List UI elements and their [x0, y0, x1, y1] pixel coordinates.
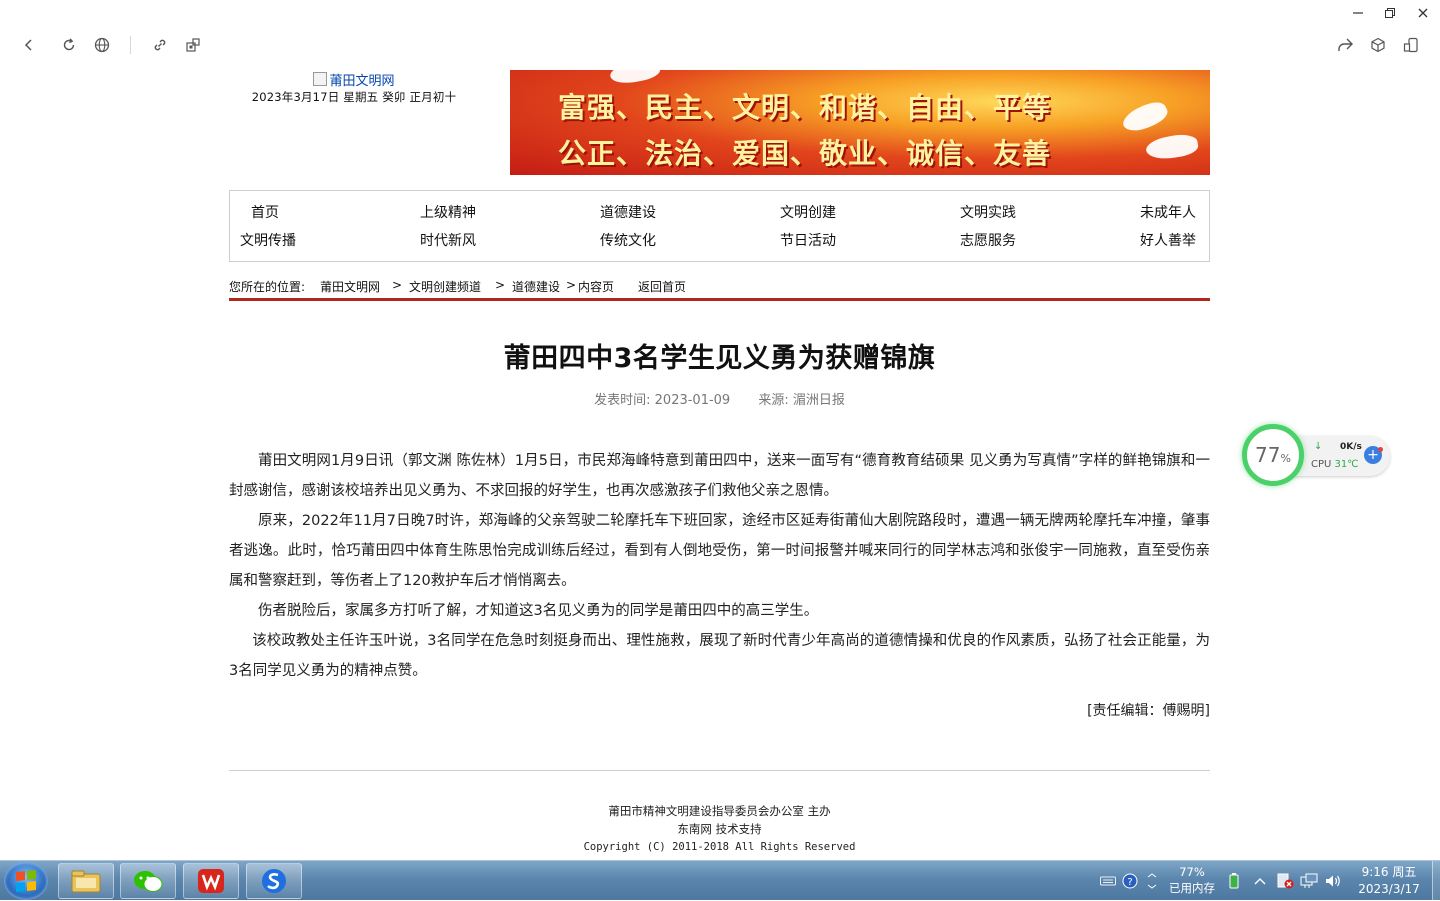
download-arrow-icon: ↓ — [1314, 441, 1323, 452]
nav-item-minors[interactable]: 未成年人 — [1140, 202, 1196, 222]
qr-icon[interactable] — [182, 34, 204, 56]
article-paragraph: 原来，2022年11月7日晚7时许，郑海峰的父亲驾驶二轮摩托车下班回家，途经市区… — [229, 513, 1210, 589]
memory-percent-text: 77% — [1179, 865, 1205, 879]
back-icon[interactable] — [18, 34, 40, 56]
close-icon[interactable] — [1413, 4, 1433, 22]
breadcrumb-separator: > — [495, 278, 506, 292]
site-logo-link[interactable]: 莆田文明网 — [313, 70, 395, 89]
dove-graphic — [1119, 97, 1171, 137]
breadcrumb-link-section[interactable]: 道德建设 — [512, 278, 560, 295]
nav-item-good-deeds[interactable]: 好人善举 — [1140, 230, 1196, 250]
breadcrumb-link-home[interactable]: 莆田文明网 — [320, 278, 380, 295]
footer-copyright: Copyright (C) 2011-2018 All Rights Reser… — [583, 841, 856, 853]
breadcrumb-current: 内容页 — [578, 280, 615, 294]
banner-slogan-line1: 富强、民主、文明、和谐、自由、平等 — [558, 91, 1052, 124]
phone-icon[interactable] — [1400, 34, 1422, 56]
dove-graphic — [1144, 131, 1200, 163]
banner-slogan-line2: 公正、法治、爱国、敬业、诚信、友善 — [558, 137, 1052, 170]
sogou-browser-icon[interactable] — [246, 863, 302, 899]
cube-icon[interactable] — [1367, 34, 1389, 56]
article-body: 莆田文明网1月9日讯（郭文渊 陈佐林）1月5日，市民郑海峰特意到莆田四中，送来一… — [229, 446, 1210, 686]
file-explorer-icon[interactable] — [58, 863, 114, 899]
footer-sponsor: 莆田市精神文明建设指导委员会办公室 主办 — [608, 804, 831, 818]
toolbar-divider — [130, 36, 131, 54]
footer-tech-support: 东南网 技术支持 — [677, 822, 762, 836]
nav-item-tradition[interactable]: 传统文化 — [600, 230, 656, 250]
taskbar: ? 77% 已用内存 9:16 周五 2023/3/17 — [0, 860, 1440, 901]
notification-dot — [1378, 447, 1383, 452]
breadcrumb: 您所在的位置: 莆田文明网 > 文明创建频道 > 道德建设 > 内容页 返回首页 — [229, 276, 1210, 300]
clock-time: 9:16 周五 — [1361, 865, 1417, 879]
battery-icon[interactable] — [1227, 861, 1241, 901]
article-paragraph: 伤者脱险后，家属多方打听了解，才知道这3名见义勇为的同学是莆田四中的高三学生。 — [258, 603, 819, 619]
nav-item-festivals[interactable]: 节日活动 — [780, 230, 836, 250]
nav-item-morality[interactable]: 道德建设 — [600, 202, 656, 222]
action-center-icon[interactable] — [1276, 861, 1294, 901]
wechat-icon[interactable] — [120, 863, 176, 899]
wps-icon[interactable] — [183, 863, 239, 899]
nav-item-home[interactable]: 首页 — [251, 202, 279, 222]
start-button[interactable] — [4, 862, 48, 900]
nav-item-communication[interactable]: 文明传播 — [240, 230, 296, 250]
breadcrumb-separator: > — [392, 278, 403, 292]
cpu-label: CPU — [1311, 459, 1332, 470]
footer-divider — [229, 770, 1210, 771]
browser-toolbar — [0, 0, 1440, 62]
memory-indicator[interactable]: 77% 已用内存 — [1166, 864, 1218, 896]
nav-item-civilization[interactable]: 文明创建 — [780, 202, 836, 222]
header-divider — [229, 298, 1210, 301]
memory-percent-unit: % — [1280, 451, 1291, 465]
network-icon[interactable] — [1300, 861, 1318, 901]
nav-item-practice[interactable]: 文明实践 — [960, 202, 1016, 222]
help-icon[interactable]: ? — [1122, 861, 1138, 901]
breadcrumb-link-channel[interactable]: 文明创建频道 — [409, 278, 481, 295]
svg-text:?: ? — [1127, 877, 1132, 888]
breadcrumb-label: 您所在的位置: — [229, 280, 306, 294]
article-meta: 发表时间: 2023-01-09 来源: 湄洲日报 — [229, 389, 1210, 408]
article-paragraph: 莆田文明网1月9日讯（郭文渊 陈佐林）1月5日，市民郑海峰特意到莆田四中，送来一… — [229, 453, 1210, 499]
publish-time: 发表时间: 2023-01-09 — [594, 393, 731, 408]
memory-label: 已用内存 — [1169, 881, 1215, 895]
page-footer: 莆田市精神文明建设指导委员会办公室 主办 东南网 技术支持 Copyright … — [229, 802, 1210, 856]
ime-toggle-icon[interactable] — [1146, 861, 1158, 901]
article-source: 来源: 湄洲日报 — [758, 393, 845, 408]
refresh-icon[interactable] — [58, 34, 80, 56]
cpu-temperature: CPU 31℃ — [1311, 459, 1359, 470]
article-title: 莆田四中3名学生见义勇为获赠锦旗 — [503, 343, 936, 374]
clock-date: 2023/3/17 — [1358, 882, 1420, 896]
responsible-editor: [责任编辑：傅赐明] — [1087, 703, 1210, 719]
volume-icon[interactable] — [1324, 861, 1342, 901]
link-icon[interactable] — [149, 34, 171, 56]
memory-percent: 77 — [1255, 443, 1281, 467]
minimize-icon[interactable] — [1348, 4, 1368, 22]
nav-item-superior[interactable]: 上级精神 — [420, 202, 476, 222]
system-clock[interactable]: 9:16 周五 2023/3/17 — [1350, 864, 1428, 898]
globe-icon[interactable] — [91, 34, 113, 56]
slogan-banner: 富强、民主、文明、和谐、自由、平等 公正、法治、爱国、敬业、诚信、友善 — [510, 70, 1210, 175]
system-monitor-widget[interactable]: 77% ↓ 0K/s CPU 31℃ + — [1242, 424, 1390, 486]
date-display: 2023年3月17日 星期五 癸卯 正月初十 — [251, 90, 457, 104]
memory-usage-ring[interactable]: 77% — [1242, 424, 1304, 486]
dove-graphic — [608, 70, 662, 87]
back-home-link[interactable]: 返回首页 — [638, 278, 686, 295]
main-nav: 首页 上级精神 道德建设 文明创建 文明实践 未成年人 文明传播 时代新风 传统… — [229, 190, 1210, 262]
share-icon[interactable] — [1334, 34, 1356, 56]
nav-item-new-trends[interactable]: 时代新风 — [420, 230, 476, 250]
show-hidden-icons[interactable] — [1254, 861, 1266, 901]
breadcrumb-separator: > — [566, 278, 577, 292]
cpu-temp-value: 31℃ — [1334, 459, 1359, 470]
article-paragraph: 该校政教处主任许玉叶说，3名同学在危急时刻挺身而出、理性施救，展现了新时代青少年… — [229, 633, 1210, 679]
keyboard-icon[interactable] — [1100, 861, 1116, 901]
network-speed: 0K/s — [1340, 442, 1362, 452]
nav-item-volunteer[interactable]: 志愿服务 — [960, 230, 1016, 250]
restore-icon[interactable] — [1380, 4, 1400, 22]
site-logo-area: 莆田文明网 2023年3月17日 星期五 癸卯 正月初十 — [229, 70, 479, 105]
show-desktop-button[interactable] — [1432, 861, 1440, 901]
windows-logo-icon — [16, 869, 36, 893]
